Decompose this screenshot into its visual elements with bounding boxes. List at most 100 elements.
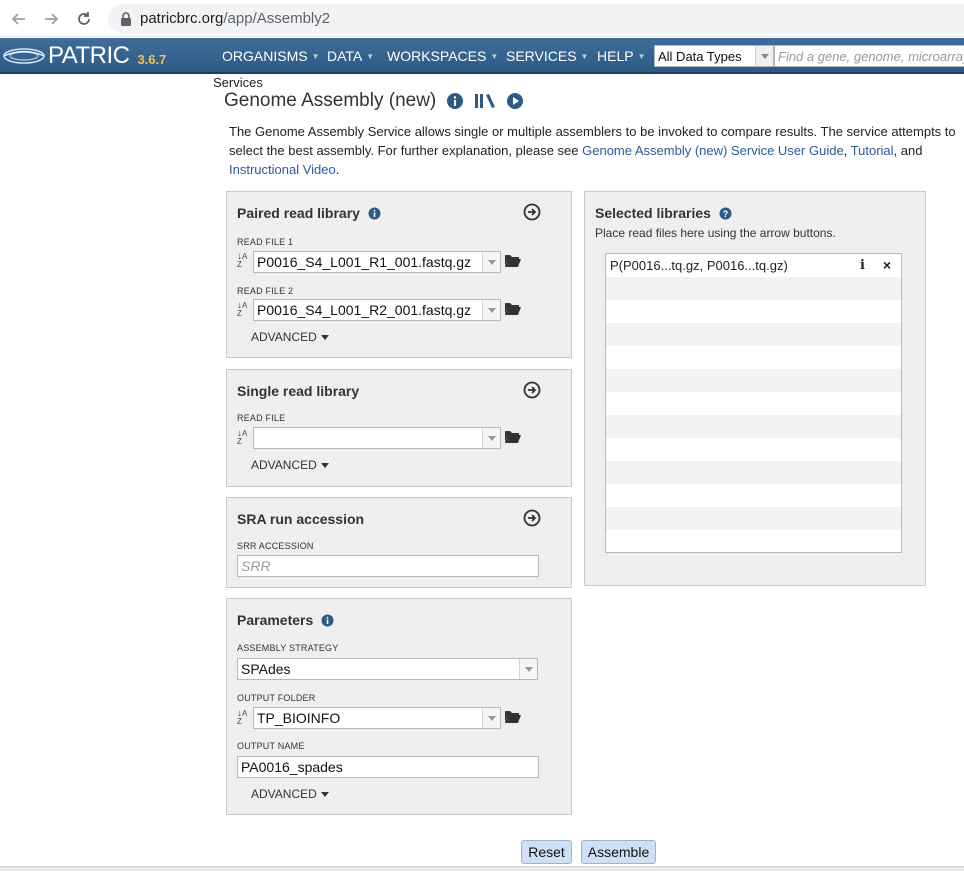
dropdown-arrow-icon[interactable] bbox=[482, 708, 500, 728]
menu-label: WORKSPACES bbox=[387, 48, 487, 64]
srr-placeholder: SRR bbox=[241, 558, 271, 574]
add-arrow-icon[interactable] bbox=[523, 381, 541, 399]
back-icon[interactable] bbox=[8, 8, 30, 30]
search-placeholder: Find a gene, genome, microarray bbox=[778, 48, 964, 64]
folder-open-icon[interactable] bbox=[505, 710, 521, 723]
menu-label: ORGANISMS bbox=[222, 48, 308, 64]
sort-icon[interactable]: ↓A Z bbox=[237, 429, 251, 446]
help-icon[interactable]: ? bbox=[719, 207, 732, 220]
assembly-strategy-label: ASSEMBLY STRATEGY bbox=[237, 643, 339, 653]
single-advanced-toggle[interactable]: ADVANCED bbox=[251, 458, 329, 472]
list-row-empty bbox=[606, 507, 901, 530]
panel-title-text: Selected libraries bbox=[595, 205, 711, 221]
sort-icon[interactable]: ↓A Z bbox=[237, 709, 251, 726]
menu-services[interactable]: SERVICES ▼ bbox=[506, 38, 588, 74]
folder-open-icon[interactable] bbox=[505, 430, 521, 443]
sra-panel: SRA run accession SRR ACCESSION SRR bbox=[226, 497, 572, 588]
srr-accession-label: SRR ACCESSION bbox=[237, 541, 314, 551]
list-row-empty bbox=[606, 438, 901, 461]
dropdown-arrow-icon[interactable] bbox=[482, 428, 500, 448]
list-row-empty bbox=[606, 323, 901, 346]
info-icon[interactable] bbox=[446, 92, 464, 110]
output-folder-value: TP_BIOINFO bbox=[257, 710, 341, 726]
params-advanced-toggle[interactable]: ADVANCED bbox=[251, 787, 329, 801]
dropdown-arrow-icon[interactable] bbox=[482, 252, 500, 272]
folder-open-icon[interactable] bbox=[505, 254, 521, 267]
horizontal-scrollbar[interactable] bbox=[0, 866, 964, 871]
breadcrumb[interactable]: Services bbox=[213, 75, 263, 90]
list-row-empty bbox=[606, 392, 901, 415]
page-title-text: Genome Assembly (new) bbox=[224, 90, 437, 111]
output-name-value: PA0016_spades bbox=[241, 759, 343, 775]
caret-down-icon: ▼ bbox=[490, 51, 499, 61]
selected-libraries-panel: Selected libraries ? Place read files he… bbox=[584, 191, 926, 586]
output-name-input[interactable]: PA0016_spades bbox=[237, 756, 539, 778]
list-item[interactable]: P(P0016...tq.gz, P0016...tq.gz) i × bbox=[606, 254, 901, 277]
dropdown-arrow-icon[interactable] bbox=[519, 659, 537, 679]
info-icon[interactable] bbox=[368, 207, 381, 220]
address-bar[interactable]: patricbrc.org/app/Assembly2 bbox=[108, 4, 964, 33]
forward-icon[interactable] bbox=[40, 8, 62, 30]
selected-libraries-hint: Place read files here using the arrow bu… bbox=[595, 226, 836, 240]
library-entry-label: P(P0016...tq.gz, P0016...tq.gz) bbox=[610, 258, 788, 273]
menu-organisms[interactable]: ORGANISMS ▼ bbox=[222, 38, 320, 74]
url-path: /app/Assembly2 bbox=[223, 10, 331, 27]
add-arrow-icon[interactable] bbox=[523, 509, 541, 527]
read-file-1-select[interactable]: P0016_S4_L001_R1_001.fastq.gz bbox=[253, 251, 501, 273]
tutorial-link[interactable]: Tutorial bbox=[851, 143, 894, 158]
library-icon[interactable] bbox=[474, 93, 496, 109]
reload-icon[interactable] bbox=[73, 8, 95, 30]
assembly-strategy-select[interactable]: SPAdes bbox=[237, 658, 538, 680]
output-folder-select[interactable]: TP_BIOINFO bbox=[253, 707, 501, 729]
patric-swirl-icon bbox=[3, 48, 45, 64]
version-label: 3.6.7 bbox=[137, 51, 167, 67]
list-row-empty bbox=[606, 415, 901, 438]
global-search-input[interactable]: Find a gene, genome, microarray bbox=[774, 45, 964, 67]
data-type-select[interactable]: All Data Types bbox=[654, 45, 774, 67]
single-read-panel: Single read library READ FILE ↓A Z ADVANC… bbox=[226, 369, 572, 487]
read-file-2-select[interactable]: P0016_S4_L001_R2_001.fastq.gz bbox=[253, 299, 501, 321]
read-file-select[interactable] bbox=[253, 427, 501, 449]
srr-accession-input[interactable]: SRR bbox=[237, 555, 539, 577]
play-video-icon[interactable] bbox=[506, 92, 524, 110]
list-row-empty bbox=[606, 461, 901, 484]
instructional-video-link[interactable]: Instructional Video bbox=[229, 162, 336, 177]
add-arrow-icon[interactable] bbox=[523, 203, 541, 221]
menu-label: SERVICES bbox=[506, 48, 577, 64]
remove-icon[interactable]: × bbox=[883, 257, 891, 273]
reset-button[interactable]: Reset bbox=[521, 840, 572, 864]
menu-help[interactable]: HELP ▼ bbox=[597, 38, 646, 74]
read-file-2-label: READ FILE 2 bbox=[237, 286, 294, 296]
caret-down-icon bbox=[320, 462, 329, 468]
folder-open-icon[interactable] bbox=[505, 302, 521, 315]
list-row-empty bbox=[606, 300, 901, 323]
caret-down-icon: ▼ bbox=[366, 51, 375, 61]
info-icon[interactable]: i bbox=[860, 258, 865, 273]
sort-icon[interactable]: ↓A Z bbox=[237, 301, 251, 318]
menu-data[interactable]: DATA ▼ bbox=[327, 38, 374, 74]
paired-advanced-toggle[interactable]: ADVANCED bbox=[251, 330, 329, 344]
separator: . bbox=[335, 162, 340, 177]
menu-workspaces[interactable]: WORKSPACES ▼ bbox=[387, 38, 498, 74]
sort-icon[interactable]: ↓A Z bbox=[237, 252, 251, 269]
panel-title-text: Parameters bbox=[237, 612, 314, 628]
assemble-button[interactable]: Assemble bbox=[581, 840, 656, 864]
caret-down-icon bbox=[320, 334, 329, 340]
list-row-empty bbox=[606, 346, 901, 369]
parameters-panel: Parameters ASSEMBLY STRATEGY SPAdes OUTP… bbox=[226, 598, 572, 815]
data-type-value: All Data Types bbox=[658, 48, 742, 64]
parameters-panel-title: Parameters bbox=[237, 612, 334, 628]
dropdown-arrow-icon[interactable] bbox=[482, 300, 500, 320]
advanced-label: ADVANCED bbox=[251, 330, 317, 344]
output-name-label: OUTPUT NAME bbox=[237, 741, 305, 751]
separator: , bbox=[843, 143, 851, 158]
dropdown-arrow-icon[interactable] bbox=[755, 46, 773, 66]
service-description: The Genome Assembly Service allows singl… bbox=[229, 122, 959, 179]
user-guide-link[interactable]: Genome Assembly (new) Service User Guide bbox=[582, 143, 844, 158]
caret-down-icon: ▼ bbox=[637, 51, 646, 61]
patric-logo[interactable]: PATRIC 3.6.7 bbox=[2, 41, 166, 71]
single-panel-title: Single read library bbox=[237, 383, 360, 399]
selected-libraries-title: Selected libraries ? bbox=[595, 205, 732, 221]
info-icon[interactable] bbox=[321, 614, 334, 627]
assembly-strategy-value: SPAdes bbox=[241, 661, 291, 677]
